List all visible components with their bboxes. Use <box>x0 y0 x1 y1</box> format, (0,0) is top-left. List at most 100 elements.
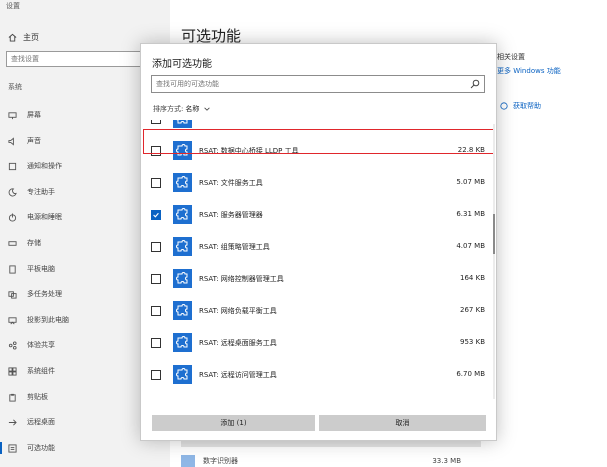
feature-search-box[interactable] <box>151 75 485 93</box>
feature-row[interactable]: RSAT: 远程桌面服务工具 953 KB <box>141 330 496 358</box>
clipboard-icon <box>7 392 17 402</box>
feature-row[interactable] <box>141 120 496 134</box>
dialog-button-bar: 添加 (1) 取消 <box>141 404 496 440</box>
background-feature-row[interactable]: 数字识别器 33.3 MB <box>181 455 471 467</box>
feature-icon <box>181 455 195 467</box>
background-feature-size: 33.3 MB <box>432 457 461 465</box>
feature-icon <box>173 365 192 384</box>
notification-icon <box>7 161 17 171</box>
power-icon <box>7 212 17 222</box>
tablet-icon <box>7 264 17 274</box>
feature-row[interactable]: RSAT: 远程访问管理工具 6.70 MB <box>141 362 496 390</box>
sort-value: 名称 <box>185 105 200 113</box>
home-icon <box>8 33 17 42</box>
feature-icon <box>173 333 192 352</box>
get-help-label: 获取帮助 <box>513 102 541 110</box>
sidebar-item-label: 平板电脑 <box>27 265 55 273</box>
sidebar-item-label: 可选功能 <box>27 444 55 452</box>
features-icon <box>7 443 17 453</box>
feature-row[interactable]: RSAT: 服务器管理器 6.31 MB <box>141 202 496 230</box>
help-icon <box>500 102 508 110</box>
sidebar-item-label: 通知和操作 <box>27 162 62 170</box>
sort-label: 排序方式: <box>153 105 184 113</box>
moon-icon <box>7 187 17 197</box>
sidebar-item-label: 多任务处理 <box>27 290 62 298</box>
feature-size: 22.8 KB <box>457 146 485 154</box>
feature-checkbox[interactable] <box>151 370 161 380</box>
feature-name: RSAT: 远程访问管理工具 <box>199 371 277 379</box>
feature-size: 267 KB <box>460 306 485 314</box>
sidebar-item-label: 存储 <box>27 239 41 247</box>
feature-size: 164 KB <box>460 274 485 282</box>
feature-row[interactable]: RSAT: 网络控制器管理工具 164 KB <box>141 266 496 294</box>
feature-checkbox[interactable] <box>151 306 161 316</box>
share-icon <box>7 340 17 350</box>
sidebar-item-label: 系统组件 <box>27 367 55 375</box>
feature-row[interactable]: RSAT: 数据中心桥接 LLDP 工具 22.8 KB <box>141 138 496 166</box>
scrollbar-thumb[interactable] <box>493 214 495 254</box>
feature-checkbox[interactable] <box>151 178 161 188</box>
feature-name: RSAT: 网络负载平衡工具 <box>199 307 277 315</box>
background-feature-name: 数字识别器 <box>203 457 238 465</box>
feature-row[interactable]: RSAT: 组策略管理工具 4.07 MB <box>141 234 496 262</box>
feature-icon <box>173 237 192 256</box>
sidebar-home-label: 主页 <box>23 32 39 42</box>
chevron-down-icon <box>204 107 211 111</box>
feature-row[interactable]: RSAT: 网络负载平衡工具 267 KB <box>141 298 496 326</box>
feature-checkbox[interactable] <box>151 146 161 156</box>
settings-search-input[interactable] <box>7 52 155 66</box>
checkmark-icon <box>153 212 159 218</box>
feature-size: 953 KB <box>460 338 485 346</box>
sidebar-item-label: 远程桌面 <box>27 418 55 426</box>
feature-checkbox[interactable] <box>151 242 161 252</box>
feature-name: RSAT: 服务器管理器 <box>199 211 263 219</box>
feature-size: 4.07 MB <box>456 242 485 250</box>
storage-icon <box>7 238 17 248</box>
feature-icon <box>173 301 192 320</box>
search-icon[interactable] <box>470 79 480 89</box>
projector-icon <box>7 315 17 325</box>
app-title: 设置 <box>6 2 20 10</box>
feature-row[interactable]: RSAT: 文件服务工具 5.07 MB <box>141 170 496 198</box>
sidebar-item-label: 投影到此电脑 <box>27 316 69 324</box>
sidebar-item-label: 专注助手 <box>27 188 55 196</box>
speaker-icon <box>7 136 17 146</box>
sort-control[interactable]: 排序方式: 名称 <box>153 104 211 114</box>
remote-icon <box>7 417 17 427</box>
feature-name: RSAT: 网络控制器管理工具 <box>199 275 284 283</box>
monitor-icon <box>7 110 17 120</box>
get-help-link[interactable]: 获取帮助 <box>500 101 541 111</box>
feature-icon <box>173 205 192 224</box>
add-optional-feature-dialog: 添加可选功能 排序方式: 名称 RSAT: 数据中心桥接 LLDP 工具 22.8… <box>140 43 497 441</box>
feature-size: 5.07 MB <box>456 178 485 186</box>
related-settings-title: 相关设置 <box>497 53 525 61</box>
feature-icon <box>173 120 192 128</box>
sidebar-home[interactable]: 主页 <box>8 31 39 43</box>
feature-checkbox[interactable] <box>151 120 161 124</box>
multitask-icon <box>7 289 17 299</box>
list-scrollbar[interactable] <box>493 124 495 399</box>
sidebar-item-label: 电源和睡眠 <box>27 213 62 221</box>
dialog-title: 添加可选功能 <box>152 59 212 70</box>
feature-list: RSAT: 数据中心桥接 LLDP 工具 22.8 KB RSAT: 文件服务工具 5… <box>141 120 496 403</box>
feature-checkbox[interactable] <box>151 338 161 348</box>
feature-checkbox[interactable] <box>151 210 161 220</box>
sidebar-item-label: 剪贴板 <box>27 393 48 401</box>
add-button[interactable]: 添加 (1) <box>152 415 315 431</box>
feature-size: 6.70 MB <box>456 370 485 378</box>
sidebar-item-label: 体验共享 <box>27 341 55 349</box>
feature-name: RSAT: 数据中心桥接 LLDP 工具 <box>199 147 299 155</box>
feature-icon <box>173 141 192 160</box>
feature-search-input[interactable] <box>152 76 470 92</box>
feature-size: 6.31 MB <box>456 210 485 218</box>
feature-icon <box>173 173 192 192</box>
sidebar-section-label: 系统 <box>8 83 22 91</box>
more-windows-features-link[interactable]: 更多 Windows 功能 <box>497 66 561 76</box>
feature-name: RSAT: 远程桌面服务工具 <box>199 339 277 347</box>
cancel-button[interactable]: 取消 <box>319 415 486 431</box>
sidebar-item[interactable]: 可选功能 <box>0 441 170 455</box>
components-icon <box>7 366 17 376</box>
sidebar-item-label: 屏幕 <box>27 111 41 119</box>
feature-checkbox[interactable] <box>151 274 161 284</box>
feature-name: RSAT: 文件服务工具 <box>199 179 263 187</box>
